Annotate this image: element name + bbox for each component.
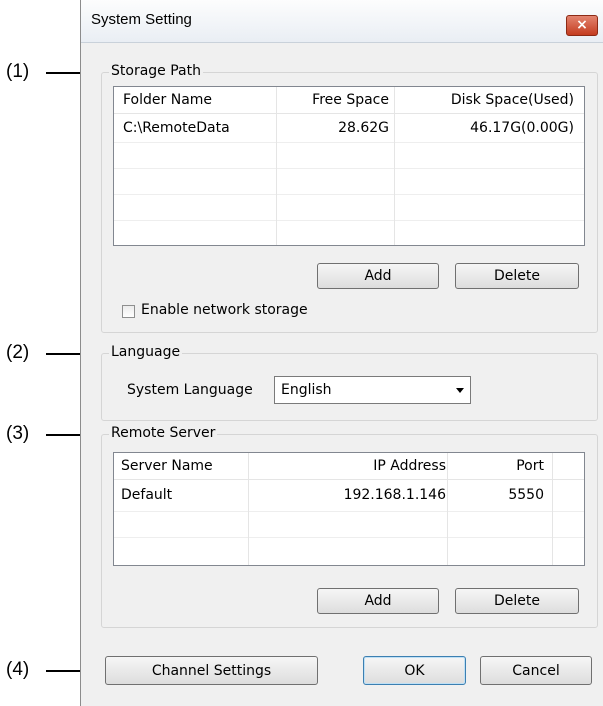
column-divider — [248, 453, 249, 565]
ip-address-cell: 192.168.1.146 — [343, 487, 446, 503]
column-ip-address[interactable]: IP Address — [373, 453, 446, 479]
port-cell: 5550 — [508, 487, 544, 503]
system-setting-dialog: System Setting × Storage Path Folder Nam… — [80, 0, 603, 706]
remote-delete-button[interactable]: Delete — [455, 588, 579, 614]
storage-path-label: Storage Path — [109, 63, 203, 79]
column-disk-space[interactable]: Disk Space(Used) — [451, 87, 574, 113]
row-divider — [114, 537, 584, 538]
close-button[interactable]: × — [566, 15, 598, 36]
system-language-value: English — [281, 382, 332, 398]
table-row[interactable]: C:\RemoteData 28.62G 46.17G(0.00G) — [114, 115, 584, 141]
channel-settings-button[interactable]: Channel Settings — [105, 656, 318, 685]
column-divider — [276, 87, 277, 245]
dialog-title: System Setting — [91, 11, 192, 28]
row-divider — [114, 168, 584, 169]
language-label: Language — [109, 344, 183, 360]
storage-list-header: Folder Name Free Space Disk Space(Used) — [114, 87, 584, 114]
folder-name-cell: C:\RemoteData — [123, 120, 230, 136]
title-bar[interactable]: System Setting × — [81, 0, 603, 43]
column-divider — [394, 87, 395, 245]
storage-add-button[interactable]: Add — [317, 263, 439, 289]
chevron-down-icon[interactable] — [456, 388, 464, 393]
storage-path-list[interactable]: Folder Name Free Space Disk Space(Used) … — [113, 86, 585, 246]
callout-3: (3) — [6, 423, 30, 444]
disk-space-cell: 46.17G(0.00G) — [470, 120, 574, 136]
ok-button[interactable]: OK — [363, 656, 466, 685]
column-free-space[interactable]: Free Space — [312, 87, 389, 113]
remote-server-label: Remote Server — [109, 425, 218, 441]
row-divider — [114, 142, 584, 143]
callout-2: (2) — [6, 342, 30, 363]
remote-list-header: Server Name IP Address Port — [114, 453, 584, 480]
system-language-select[interactable]: English — [274, 376, 471, 404]
table-row[interactable]: Default 192.168.1.146 5550 — [114, 482, 584, 508]
column-folder-name[interactable]: Folder Name — [123, 87, 212, 113]
callout-1: (1) — [6, 61, 30, 82]
row-divider — [114, 220, 584, 221]
callout-4: (4) — [6, 659, 30, 680]
free-space-cell: 28.62G — [338, 120, 389, 136]
system-language-label: System Language — [127, 382, 253, 398]
close-icon: × — [576, 17, 588, 33]
enable-network-storage-checkbox[interactable] — [122, 305, 135, 318]
column-server-name[interactable]: Server Name — [121, 453, 213, 479]
column-port[interactable]: Port — [516, 453, 544, 479]
row-divider — [114, 511, 584, 512]
remote-add-button[interactable]: Add — [317, 588, 439, 614]
storage-delete-button[interactable]: Delete — [455, 263, 579, 289]
column-divider — [447, 453, 448, 565]
cancel-button[interactable]: Cancel — [480, 656, 592, 685]
server-name-cell: Default — [121, 487, 173, 503]
remote-server-list[interactable]: Server Name IP Address Port Default 192.… — [113, 452, 585, 566]
enable-network-storage-label[interactable]: Enable network storage — [141, 302, 308, 318]
column-divider — [552, 453, 553, 565]
row-divider — [114, 194, 584, 195]
